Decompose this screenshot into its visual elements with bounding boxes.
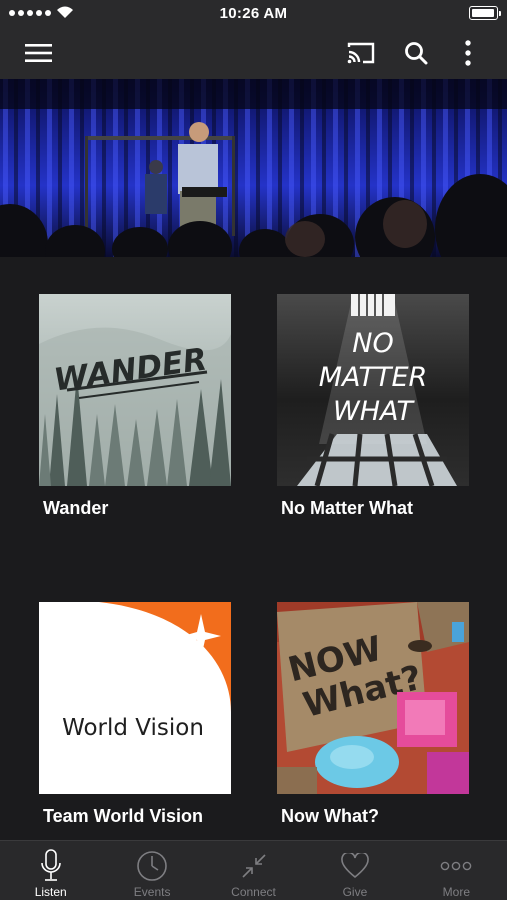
nmw-art-text-3: WHAT [333, 396, 416, 427]
no-matter-what-artwork: NO MATTER WHAT [277, 294, 469, 486]
battery-level [472, 9, 494, 17]
microphone-icon [40, 849, 61, 881]
now-what-artwork: NOW What? [277, 602, 469, 794]
hero-banner[interactable] [0, 79, 507, 257]
world-vision-logo-text: World Vision [62, 715, 204, 741]
tab-bar: Listen Events Connect Give More [0, 840, 507, 900]
nmw-art-text-2: MATTER [319, 362, 428, 393]
cast-icon [347, 42, 375, 64]
status-time: 10:26 AM [219, 5, 288, 22]
battery-icon [469, 6, 501, 20]
tab-more[interactable]: More [406, 841, 507, 900]
tab-give[interactable]: Give [304, 841, 405, 900]
clock-icon [137, 851, 167, 881]
status-bar: 10:26 AM [0, 0, 507, 27]
tab-label-more: More [442, 885, 470, 899]
series-title-no-matter-what: No Matter What [281, 498, 413, 518]
tab-connect[interactable]: Connect [203, 841, 304, 900]
app-bar [0, 27, 507, 79]
wander-artwork: WANDER [39, 294, 231, 486]
search-icon [405, 42, 428, 65]
series-title-wander: Wander [43, 498, 109, 518]
cast-button[interactable] [340, 27, 382, 79]
series-card-no-matter-what[interactable]: NO MATTER WHAT No Matter What [277, 294, 469, 519]
series-card-now-what[interactable]: NOW What? Now What? [277, 602, 469, 827]
series-title-team-world-vision: Team World Vision [43, 806, 204, 826]
menu-button[interactable] [18, 27, 60, 79]
series-title-now-what: Now What? [281, 806, 379, 826]
more-vertical-icon [465, 40, 471, 66]
hero-photo [0, 79, 507, 257]
tab-label-give: Give [342, 885, 368, 899]
tab-label-listen: Listen [34, 885, 67, 899]
series-grid: WANDER Wander NO MATTER WHAT No Matter W… [0, 257, 507, 840]
tab-listen[interactable]: Listen [0, 841, 101, 900]
more-options-button[interactable] [450, 27, 486, 79]
series-card-team-world-vision[interactable]: World Vision Team World Vision [39, 602, 231, 827]
tab-label-events: Events [133, 885, 171, 899]
tab-label-connect: Connect [231, 885, 276, 899]
search-button[interactable] [395, 27, 437, 79]
nmw-art-text-1: NO [352, 328, 393, 359]
menu-icon [25, 44, 52, 62]
connect-arrows-icon [241, 854, 266, 878]
tab-events[interactable]: Events [101, 841, 202, 900]
more-dots-icon [441, 861, 472, 871]
world-vision-artwork: World Vision [39, 602, 231, 794]
heart-icon [341, 853, 369, 879]
series-card-wander[interactable]: WANDER Wander [39, 294, 231, 519]
